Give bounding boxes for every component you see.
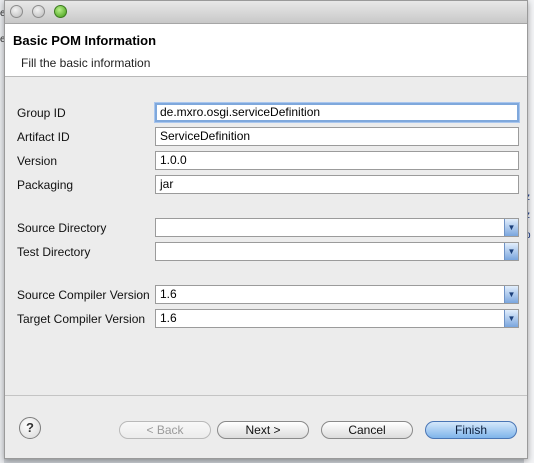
help-icon[interactable]: ? xyxy=(19,417,41,439)
version-label: Version xyxy=(17,154,58,168)
chevron-down-icon[interactable]: ▼ xyxy=(504,286,518,303)
title-bar xyxy=(5,1,527,24)
artifact-id-label: Artifact ID xyxy=(17,130,70,144)
source-directory-combo[interactable]: ▼ xyxy=(155,218,519,237)
wizard-footer: ? < Back Next > Cancel Finish xyxy=(5,397,527,459)
chevron-down-icon[interactable]: ▼ xyxy=(504,310,518,327)
packaging-label: Packaging xyxy=(17,178,74,192)
artifact-id-row: Artifact ID ServiceDefinition xyxy=(5,126,527,148)
artifact-id-field[interactable]: ServiceDefinition xyxy=(155,127,519,146)
source-compiler-version-row: Source Compiler Version 1.6 ▼ xyxy=(5,284,527,306)
wizard-header: Basic POM Information Fill the basic inf… xyxy=(5,24,527,77)
target-compiler-version-row: Target Compiler Version 1.6 ▼ xyxy=(5,308,527,330)
packaging-field[interactable]: jar xyxy=(155,175,519,194)
version-field[interactable]: 1.0.0 xyxy=(155,151,519,170)
group-id-field[interactable]: de.mxro.osgi.serviceDefinition xyxy=(155,103,519,122)
new-maven-project-dialog: Basic POM Information Fill the basic inf… xyxy=(4,0,528,459)
version-row: Version 1.0.0 xyxy=(5,150,527,172)
source-directory-row: Source Directory ▼ xyxy=(5,217,527,239)
group-id-row: Group ID de.mxro.osgi.serviceDefinition xyxy=(5,102,527,124)
next-button[interactable]: Next > xyxy=(217,421,309,439)
finish-button[interactable]: Finish xyxy=(425,421,517,439)
group-id-label: Group ID xyxy=(17,106,66,120)
chevron-down-icon[interactable]: ▼ xyxy=(504,243,518,260)
minimize-window-button[interactable] xyxy=(32,5,45,18)
source-compiler-version-combo[interactable]: 1.6 ▼ xyxy=(155,285,519,304)
zoom-window-button[interactable] xyxy=(54,5,67,18)
chevron-down-icon[interactable]: ▼ xyxy=(504,219,518,236)
page-subtitle: Fill the basic information xyxy=(21,56,151,70)
test-directory-label: Test Directory xyxy=(17,245,91,259)
target-compiler-version-label: Target Compiler Version xyxy=(17,312,146,326)
footer-divider xyxy=(5,395,527,396)
source-compiler-version-label: Source Compiler Version xyxy=(17,288,150,302)
source-compiler-version-value: 1.6 xyxy=(160,287,177,301)
back-button[interactable]: < Back xyxy=(119,421,211,439)
target-compiler-version-combo[interactable]: 1.6 ▼ xyxy=(155,309,519,328)
target-compiler-version-value: 1.6 xyxy=(160,311,177,325)
close-window-button[interactable] xyxy=(10,5,23,18)
source-directory-label: Source Directory xyxy=(17,221,107,235)
test-directory-row: Test Directory ▼ xyxy=(5,241,527,263)
page-title: Basic POM Information xyxy=(13,33,157,48)
cancel-button[interactable]: Cancel xyxy=(321,421,413,439)
form-area: Group ID de.mxro.osgi.serviceDefinition … xyxy=(5,77,527,395)
test-directory-combo[interactable]: ▼ xyxy=(155,242,519,261)
packaging-row: Packaging jar xyxy=(5,174,527,196)
